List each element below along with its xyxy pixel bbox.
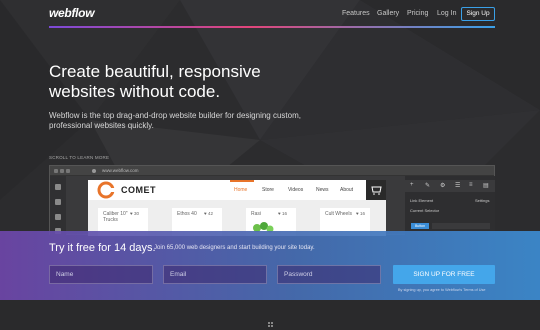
trial-subtitle: Join 65,000 web designers and start buil… (154, 245, 315, 251)
selector-field[interactable] (432, 223, 490, 229)
comet-logo-icon (97, 181, 116, 199)
link-element-label: Link Element (410, 198, 434, 203)
window-dot-icon (54, 169, 58, 173)
chart-icon[interactable]: ▤ (483, 182, 489, 189)
hero-title: Create beautiful, responsive websites wi… (49, 62, 261, 101)
globe-icon (92, 169, 96, 173)
home-icon (55, 184, 61, 190)
site-nav-about[interactable]: About (340, 187, 353, 193)
terms-note[interactable]: By signing up, you agree to Webflow's Te… (398, 288, 486, 292)
signup-free-button[interactable]: SIGN UP FOR FREE (393, 265, 495, 284)
product-likes: ♥ 42 (204, 211, 213, 216)
designer-screenshot: www.webflow.com COMET Home Store Videos … (49, 165, 495, 236)
cart-button[interactable] (366, 180, 386, 200)
interactions-icon[interactable]: ☰ (455, 182, 460, 189)
product-likes: ♥ 30 (130, 211, 139, 216)
signup-button[interactable]: Sign Up (461, 7, 495, 21)
sliders-icon[interactable]: ≡ (469, 182, 473, 188)
selector-chip[interactable]: Button (411, 223, 429, 229)
add-icon[interactable]: + (410, 182, 414, 188)
settings-link[interactable]: Settings (475, 198, 489, 203)
site-header: COMET Home Store Videos News About (88, 180, 386, 200)
brush-icon[interactable]: ✎ (425, 182, 430, 189)
window-dot-icon (60, 169, 64, 173)
product-likes: ♥ 16 (278, 211, 287, 216)
cart-icon (371, 186, 382, 195)
panel-toolbar: + ✎ ⚙ ☰ ≡ ▤ (405, 180, 495, 192)
grid-icon[interactable] (268, 322, 274, 328)
site-nav-store[interactable]: Store (262, 187, 274, 193)
email-field[interactable] (163, 265, 267, 284)
site-nav-videos[interactable]: Videos (288, 187, 303, 193)
site-nav-news[interactable]: News (316, 187, 329, 193)
nav-features[interactable]: Features (342, 10, 370, 17)
active-nav-indicator (230, 180, 254, 182)
site-preview: COMET Home Store Videos News About Calib… (88, 180, 386, 236)
nav-gradient-line (49, 26, 495, 28)
url-text: www.webflow.com (102, 168, 139, 173)
top-nav: webflow Features Gallery Pricing Log In … (0, 0, 540, 26)
browser-titlebar: www.webflow.com (50, 166, 494, 176)
scroll-hint[interactable]: SCROLL TO LEARN MORE (49, 155, 109, 160)
webflow-logo[interactable]: webflow (49, 6, 95, 20)
layers-icon (55, 214, 61, 220)
pages-icon (55, 199, 61, 205)
designer-left-toolbar (50, 176, 66, 236)
nav-pricing[interactable]: Pricing (407, 10, 428, 17)
trial-title: Try it free for 14 days. (49, 242, 156, 254)
product-title: Cult Wheels (325, 211, 352, 217)
password-field[interactable] (277, 265, 381, 284)
nav-gallery[interactable]: Gallery (377, 10, 399, 17)
hero-lead: Webflow is the top drag-and-drop website… (49, 111, 301, 130)
product-title: Rasi (251, 211, 262, 217)
current-selector-label: Current Selector (410, 208, 440, 213)
product-likes: ♥ 16 (356, 211, 365, 216)
product-title: Caliber 10" Trucks (103, 211, 128, 223)
comet-brand: COMET (121, 185, 156, 195)
name-field[interactable] (49, 265, 153, 284)
designer-right-panel: + ✎ ⚙ ☰ ≡ ▤ Link Element Settings Curren… (405, 176, 495, 236)
gear-icon[interactable]: ⚙ (440, 182, 445, 189)
nav-login[interactable]: Log In (437, 10, 456, 17)
product-title: Ethos 40 (177, 211, 197, 217)
site-nav-home[interactable]: Home (234, 187, 247, 193)
window-dot-icon (66, 169, 70, 173)
